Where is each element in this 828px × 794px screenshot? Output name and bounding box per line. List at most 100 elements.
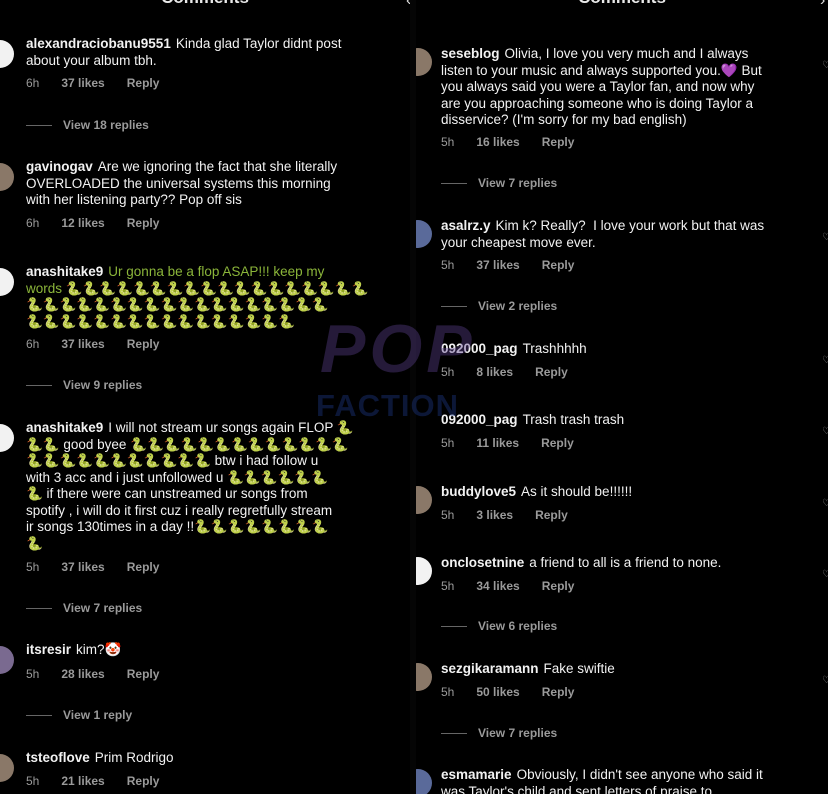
comment-meta: 5h 37 likes Reply [441,258,596,272]
avatar[interactable] [0,754,14,782]
comment-likes[interactable]: 11 likes [476,436,519,450]
comment-username[interactable]: esmamarie [441,767,512,782]
comment-username[interactable]: seseblog [441,46,500,61]
comment-username[interactable]: sezgikaramann [441,661,539,676]
view-replies-label: View 6 replies [478,619,558,633]
reply-button[interactable]: Reply [127,560,160,574]
avatar[interactable] [416,220,432,248]
replies-line [441,626,467,628]
reply-button[interactable]: Reply [127,216,160,230]
comment-likes[interactable]: 28 likes [61,667,104,681]
reply-button[interactable]: Reply [541,436,574,450]
avatar[interactable] [416,769,432,794]
comment-body: Prim Rodrigo [94,750,174,765]
comment-username[interactable]: asalrz.y [441,218,491,233]
comment-time: 5h [441,436,455,450]
comment-time: 6h [26,216,40,230]
reply-button[interactable]: Reply [127,667,160,681]
reply-button[interactable]: Reply [127,337,160,351]
comment-likes[interactable]: 50 likes [476,685,519,699]
comment-likes[interactable]: 3 likes [476,508,513,522]
comment-time: 6h [26,76,40,90]
view-replies-button[interactable]: View 2 replies [441,299,557,313]
comment-username[interactable]: 092000_pag [441,341,518,356]
replies-line [26,125,52,127]
comment-username[interactable]: tsteoflove [26,750,90,765]
view-replies-button[interactable]: View 1 reply [26,708,132,722]
view-replies-button[interactable]: View 7 replies [441,176,557,190]
avatar[interactable] [0,40,14,68]
heart-outline-icon[interactable]: ♡ [822,426,828,437]
reply-button[interactable]: Reply [542,685,575,699]
avatar[interactable] [416,663,432,691]
reply-button[interactable]: Reply [535,508,568,522]
comment-time: 5h [26,560,40,574]
heart-outline-icon[interactable]: ♡ [822,60,828,71]
comment-text: alexandraciobanu9551 Kinda glad Taylor di… [26,36,341,69]
comment-username[interactable]: anashitake9 [26,420,103,435]
comment-body: kim?🤡 [76,642,122,657]
comment-meta: 5h 37 likes Reply [26,560,181,574]
heart-outline-icon[interactable]: ♡ [822,232,828,243]
right-comments-panel: Comments ‹ › seseblogOlivia, I love you … [416,0,828,794]
reply-button[interactable]: Reply [127,76,160,90]
replies-line [441,733,467,735]
heart-outline-icon[interactable]: ♡ [822,569,828,580]
comment-time: 5h [441,579,455,593]
avatar[interactable] [0,424,14,452]
replies-line [441,183,467,185]
reply-button[interactable]: Reply [127,774,160,788]
reply-button[interactable]: Reply [542,579,575,593]
comment-likes[interactable]: 21 likes [61,774,104,788]
comment-meta: 5h 21 likes Reply [26,774,181,788]
comment-body: As it should be!!!!!! [521,484,633,499]
reply-button[interactable]: Reply [535,365,568,379]
comment-likes[interactable]: 37 likes [61,560,104,574]
view-replies-button[interactable]: View 18 replies [26,118,149,132]
comment-username[interactable]: gavinogav [26,159,93,174]
avatar[interactable] [0,163,14,191]
comments-header: Comments [0,0,410,8]
view-replies-label: View 7 replies [63,601,143,615]
comment-text: tsteoflove Prim Rodrigo [26,750,174,767]
comment-meta: 6h 37 likes Reply [26,337,181,351]
comment-username[interactable]: buddylove5 [441,484,516,499]
comment-body: a friend to all is a friend to none. [529,555,722,570]
comment-likes[interactable]: 16 likes [476,135,519,149]
comment-username[interactable]: onclosetnine [441,555,524,570]
comment-likes[interactable]: 37 likes [61,76,104,90]
comment-username[interactable]: itsresir [26,642,71,657]
avatar[interactable] [416,48,432,76]
avatar[interactable] [0,646,14,674]
comment-text: anashitake9 I will not stream ur songs ag… [26,420,354,552]
comment-text: onclosetnine a friend to all is a friend … [441,555,721,572]
avatar[interactable] [0,268,14,296]
comments-header: Comments [416,0,828,8]
comment-likes[interactable]: 37 likes [476,258,519,272]
view-replies-button[interactable]: View 9 replies [26,378,142,392]
heart-outline-icon[interactable]: ♡ [822,498,828,509]
view-replies-label: View 18 replies [63,118,149,132]
view-replies-button[interactable]: View 7 replies [26,601,142,615]
heart-outline-icon[interactable]: ♡ [822,675,828,686]
send-icon[interactable]: › [820,0,825,10]
view-replies-label: View 9 replies [63,378,143,392]
heart-outline-icon[interactable]: ♡ [822,355,828,366]
comment-likes[interactable]: 34 likes [476,579,519,593]
reply-button[interactable]: Reply [542,135,575,149]
comment-likes[interactable]: 37 likes [61,337,104,351]
view-replies-button[interactable]: View 6 replies [441,619,557,633]
comment-username[interactable]: 092000_pag [441,412,518,427]
comment-time: 5h [26,774,40,788]
comment-body: Fake swiftie [543,661,615,676]
comment-likes[interactable]: 12 likes [61,216,104,230]
avatar[interactable] [416,486,432,514]
comment-text: gavinogav Are we ignoring the fact that s… [26,159,337,209]
reply-button[interactable]: Reply [542,258,575,272]
avatar[interactable] [416,557,432,585]
comment-time: 5h [441,685,455,699]
comment-username[interactable]: anashitake9 [26,264,103,279]
comment-username[interactable]: alexandraciobanu9551 [26,36,171,51]
view-replies-button[interactable]: View 7 replies [441,726,557,740]
comment-likes[interactable]: 8 likes [476,365,513,379]
